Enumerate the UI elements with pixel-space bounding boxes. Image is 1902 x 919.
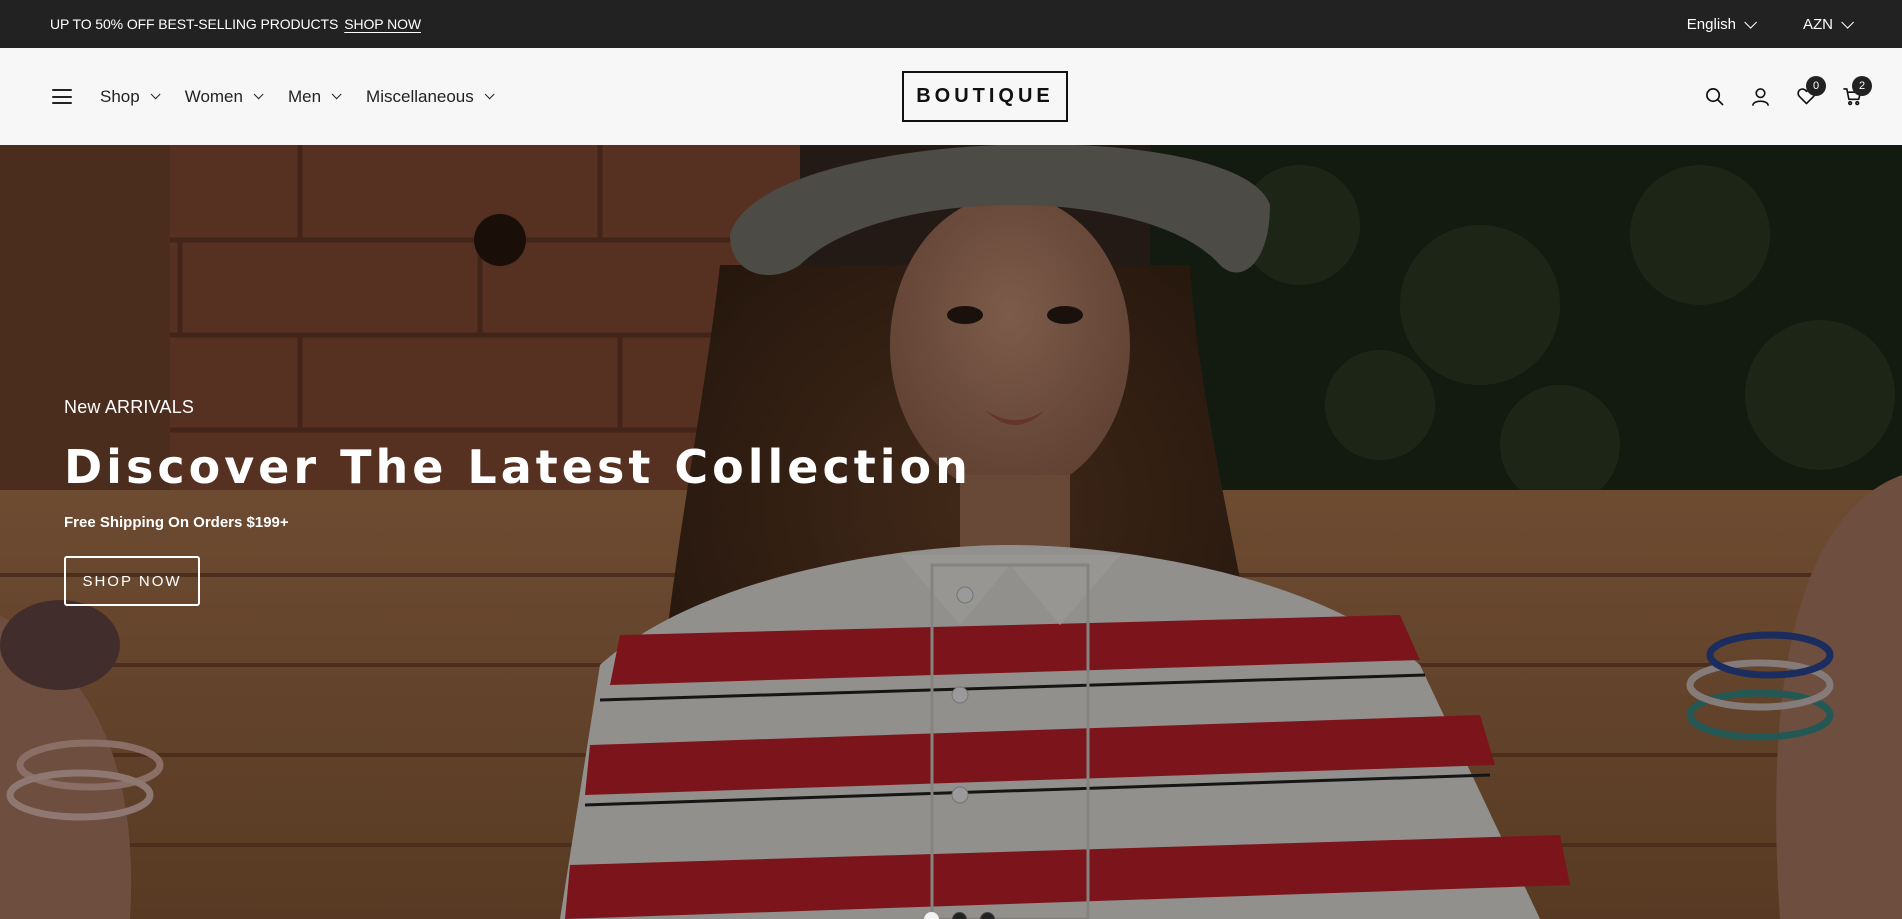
- promo-shop-now-link[interactable]: SHOP NOW: [344, 16, 421, 32]
- slide-dot-2[interactable]: [952, 912, 967, 919]
- site-header: Shop Women Men Miscellaneous BOUTIQUE 0 …: [0, 48, 1902, 145]
- language-selector[interactable]: English: [1686, 15, 1757, 33]
- promo-text: UP TO 50% OFF BEST-SELLING PRODUCTS: [50, 16, 339, 32]
- cart-button[interactable]: 2: [1842, 76, 1872, 116]
- chevron-down-icon: [253, 89, 264, 100]
- locale-selectors: English AZN: [1686, 15, 1854, 33]
- chevron-down-icon: [331, 89, 342, 100]
- hero-slider: New ARRIVALS Discover The Latest Collect…: [0, 145, 1902, 919]
- nav-item-women[interactable]: Women: [184, 86, 264, 107]
- chevron-down-icon: [484, 89, 495, 100]
- promo-message: UP TO 50% OFF BEST-SELLING PRODUCTS SHOP…: [50, 16, 421, 32]
- nav-item-label: Women: [184, 86, 243, 106]
- slider-pagination: [924, 912, 995, 919]
- chevron-down-icon: [150, 89, 161, 100]
- account-button[interactable]: [1750, 76, 1770, 116]
- main-nav: Shop Women Men Miscellaneous: [100, 86, 495, 107]
- hero-subtitle: Free Shipping On Orders $199+: [64, 514, 289, 531]
- slide-dot-3[interactable]: [980, 912, 995, 919]
- chevron-down-icon: [1744, 15, 1757, 29]
- wishlist-button[interactable]: 0: [1796, 76, 1826, 116]
- user-icon: [1751, 87, 1769, 106]
- search-icon: [1705, 87, 1723, 105]
- hero-shop-now-button[interactable]: SHOP NOW: [64, 556, 200, 606]
- menu-icon[interactable]: [52, 89, 72, 104]
- currency-selector[interactable]: AZN: [1803, 15, 1854, 33]
- wishlist-count-badge: 0: [1806, 76, 1826, 96]
- nav-item-label: Men: [287, 86, 322, 106]
- nav-item-label: Miscellaneous: [366, 86, 474, 106]
- nav-item-shop[interactable]: Shop: [100, 86, 161, 107]
- language-value: English: [1686, 15, 1736, 33]
- chevron-down-icon: [1841, 15, 1854, 29]
- hero-title: Discover The Latest Collection: [64, 440, 972, 494]
- nav-item-miscellaneous[interactable]: Miscellaneous: [366, 86, 495, 107]
- header-actions: 0 2: [1704, 76, 1872, 116]
- hero-content: New ARRIVALS Discover The Latest Collect…: [64, 397, 972, 606]
- slide-dot-1[interactable]: [924, 912, 939, 919]
- nav-item-label: Shop: [100, 86, 140, 106]
- cart-count-badge: 2: [1852, 76, 1872, 96]
- search-button[interactable]: [1704, 76, 1724, 116]
- currency-value: AZN: [1803, 15, 1833, 33]
- site-logo[interactable]: BOUTIQUE: [902, 71, 1068, 122]
- announcement-bar: UP TO 50% OFF BEST-SELLING PRODUCTS SHOP…: [0, 0, 1902, 48]
- hero-eyebrow: New ARRIVALS: [64, 397, 195, 417]
- nav-item-men[interactable]: Men: [287, 86, 342, 107]
